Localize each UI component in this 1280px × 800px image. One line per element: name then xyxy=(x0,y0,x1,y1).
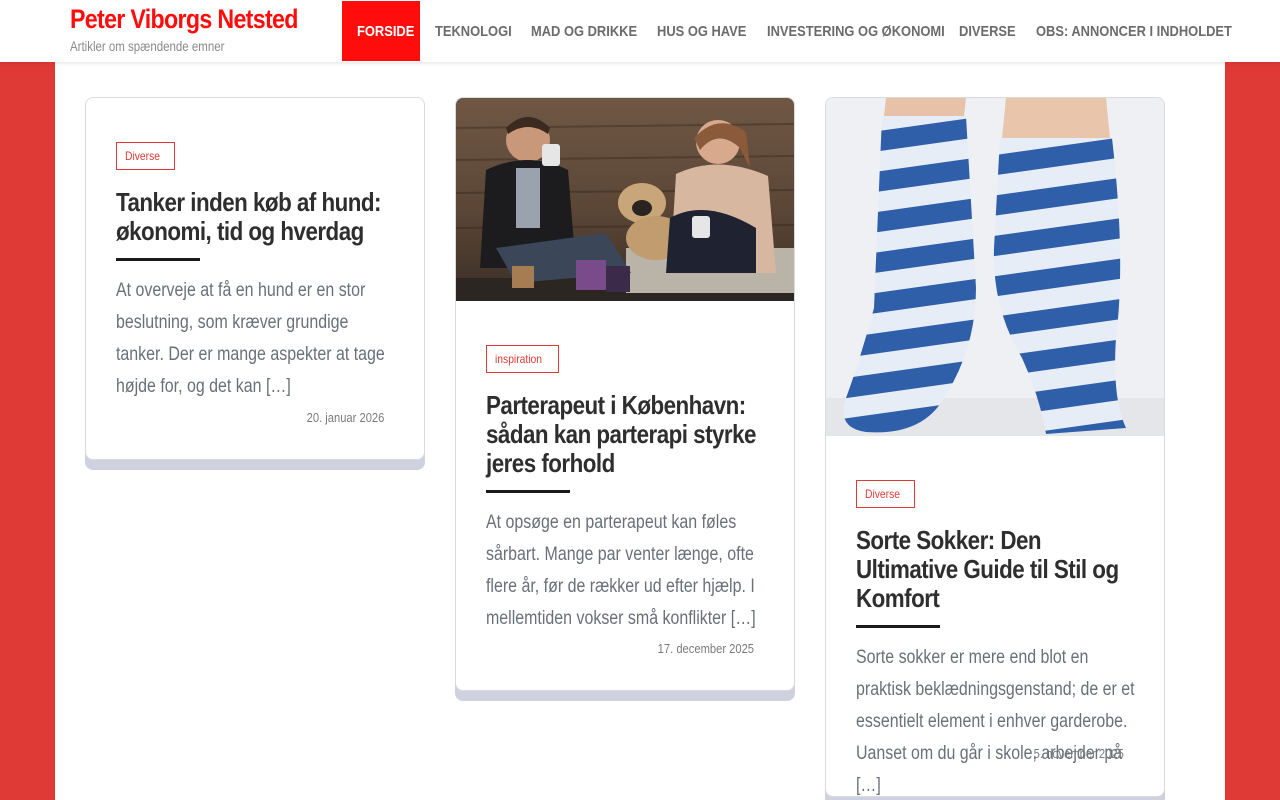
site-header: Peter Viborgs Netsted Artikler om spænde… xyxy=(0,0,1280,62)
site-tagline: Artikler om spændende emner xyxy=(70,38,225,54)
post-image-striped-socks[interactable] xyxy=(826,98,1164,436)
post-card[interactable]: inspiration Parterapeut i København: såd… xyxy=(455,97,795,691)
socks-photo-illustration xyxy=(826,98,1164,436)
couple-photo-illustration xyxy=(456,117,794,301)
title-divider xyxy=(486,490,570,493)
post-excerpt: At opsøge en parterapeut kan føles sårba… xyxy=(486,512,756,629)
nav-item-investering-og-okonomi[interactable]: INVESTERING OG ØKONOMI xyxy=(752,1,945,61)
post-card-body: Diverse Tanker inden køb af hund: økonom… xyxy=(86,98,424,425)
content-area: Diverse Tanker inden køb af hund: økonom… xyxy=(55,62,1225,800)
post-excerpt: At overveje at få en hund er en stor bes… xyxy=(116,280,385,397)
post-excerpt: Sorte sokker er mere end blot en praktis… xyxy=(856,647,1135,796)
post-date: 20. januar 2026 xyxy=(306,410,384,425)
nav-item-obs-annoncer[interactable]: OBS: ANNONCER I INDHOLDET xyxy=(1021,1,1232,61)
category-badge[interactable]: Diverse xyxy=(116,142,175,170)
post-card-body: inspiration Parterapeut i København: såd… xyxy=(456,301,794,656)
site-title-link[interactable]: Peter Viborgs Netsted xyxy=(70,2,298,36)
brand: Peter Viborgs Netsted Artikler om spænde… xyxy=(70,2,335,54)
title-divider xyxy=(116,258,200,261)
post-card-body: Diverse Sorte Sokker: Den Ultimative Gui… xyxy=(826,436,1164,796)
post-image-couple-with-dog[interactable] xyxy=(456,98,794,301)
title-divider xyxy=(856,625,940,628)
post-date: 17. december 2025 xyxy=(657,641,754,656)
post-title[interactable]: Sorte Sokker: Den Ultimative Guide til S… xyxy=(856,526,1131,613)
post-title[interactable]: Parterapeut i København: sådan kan parte… xyxy=(486,391,761,478)
category-badge[interactable]: inspiration xyxy=(486,345,559,373)
nav-item-mad-og-drikke[interactable]: MAD OG DRIKKE xyxy=(516,1,642,61)
nav-item-hus-og-have[interactable]: HUS OG HAVE xyxy=(642,1,752,61)
post-card[interactable]: Diverse Sorte Sokker: Den Ultimative Gui… xyxy=(825,97,1165,797)
category-badge[interactable]: Diverse xyxy=(856,480,915,508)
nav-item-teknologi[interactable]: TEKNOLOGI xyxy=(420,1,516,61)
main-nav: FORSIDE TEKNOLOGI MAD OG DRIKKE HUS OG H… xyxy=(342,1,1232,61)
nav-item-forside[interactable]: FORSIDE xyxy=(342,1,420,61)
post-title[interactable]: Tanker inden køb af hund: økonomi, tid o… xyxy=(116,188,391,246)
nav-item-diverse[interactable]: DIVERSE xyxy=(944,1,1021,61)
post-date: 5. november 2025 xyxy=(1033,746,1124,761)
post-card[interactable]: Diverse Tanker inden køb af hund: økonom… xyxy=(85,97,425,460)
